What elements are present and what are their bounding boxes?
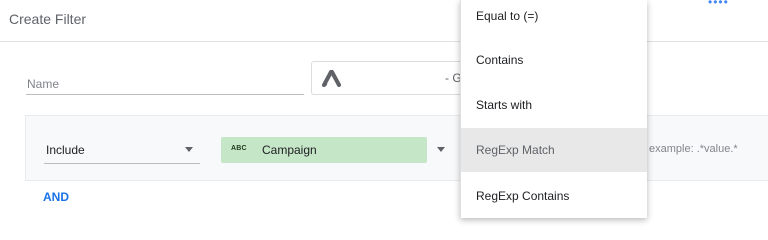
more-dots-icon[interactable]: •••• bbox=[708, 0, 729, 8]
dropdown-item-regexp-match[interactable]: RegExp Match bbox=[461, 128, 647, 172]
value-input-placeholder[interactable]: example: .*value.* bbox=[649, 143, 738, 155]
dropdown-item-contains[interactable]: Contains bbox=[461, 38, 647, 82]
dimension-label: Campaign bbox=[262, 143, 317, 157]
text-type-icon: ABC bbox=[231, 145, 247, 152]
match-type-chevron-down-icon[interactable] bbox=[437, 147, 445, 152]
name-placeholder: Name bbox=[27, 77, 60, 91]
chevron-down-icon bbox=[185, 147, 193, 152]
match-type-dropdown: Equal to (=) Contains Starts with RegExp… bbox=[460, 0, 647, 218]
google-ads-logo-icon bbox=[322, 70, 341, 87]
page-title: Create Filter bbox=[9, 11, 87, 27]
data-source-select[interactable]: - G bbox=[311, 61, 471, 95]
include-select[interactable]: Include bbox=[44, 137, 200, 164]
name-input[interactable]: Name bbox=[26, 70, 304, 95]
dialog-header: Create Filter •••• bbox=[0, 0, 768, 42]
dropdown-item-regexp-contains[interactable]: RegExp Contains bbox=[461, 174, 647, 218]
and-button[interactable]: AND bbox=[43, 190, 69, 204]
include-select-value: Include bbox=[46, 143, 85, 157]
dimension-chip[interactable]: ABC Campaign bbox=[221, 137, 427, 163]
dropdown-item-equal-to[interactable]: Equal to (=) bbox=[461, 0, 647, 38]
dropdown-item-starts-with[interactable]: Starts with bbox=[461, 83, 647, 127]
